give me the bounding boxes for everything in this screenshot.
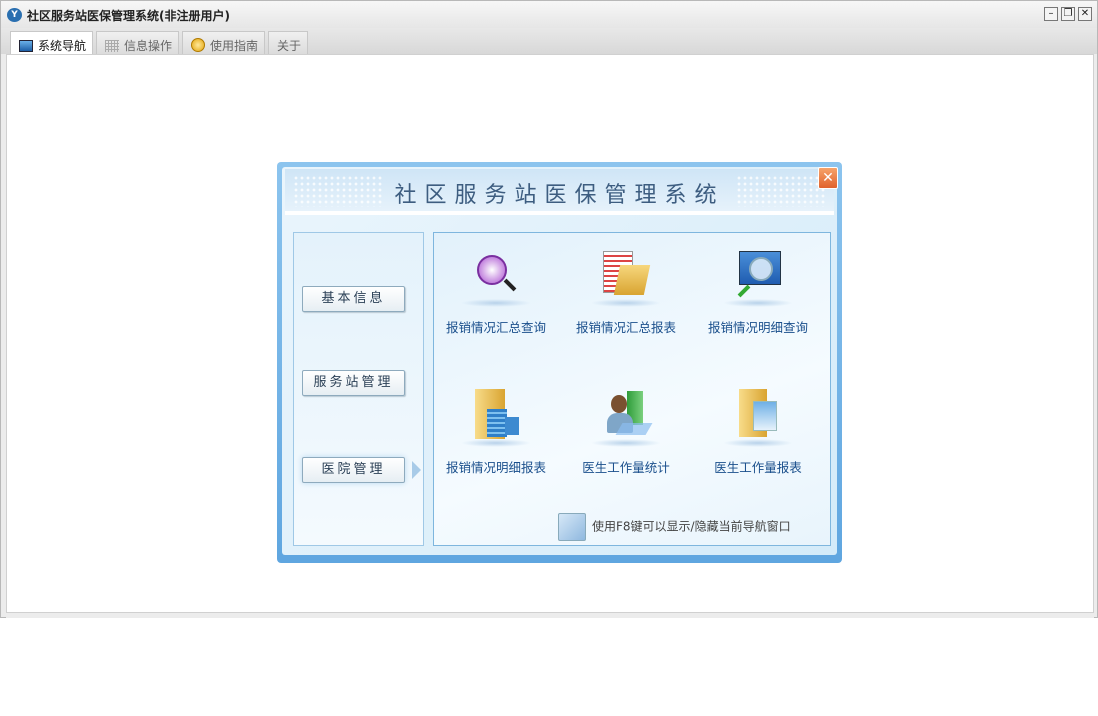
nav-station-manage-button[interactable]: 服务站管理 <box>302 370 405 396</box>
item-label: 报销情况明细报表 <box>445 460 546 475</box>
tab-label: 系统导航 <box>38 39 87 53</box>
tab-label: 关于 <box>277 39 302 53</box>
status-bar <box>6 613 1094 618</box>
navigation-dialog: 社区服务站医保管理系统 基本信息 服务站管理 医院管理 报销情况汇总查询 报销情… <box>277 162 842 563</box>
window-title: 社区服务站医保管理系统(非注册用户) <box>27 9 230 23</box>
nav-basic-info-button[interactable]: 基本信息 <box>302 286 405 312</box>
item-label: 报销情况汇总查询 <box>445 320 546 335</box>
nav-panel: 基本信息 服务站管理 医院管理 <box>293 232 424 546</box>
item-detail-report[interactable]: 报销情况明细报表 <box>431 389 561 476</box>
item-label: 报销情况汇总报表 <box>575 320 676 335</box>
app-logo-icon: Y <box>7 8 22 22</box>
item-label: 报销情况明细查询 <box>707 320 808 335</box>
item-detail-query[interactable]: 报销情况明细查询 <box>693 249 823 336</box>
folder-building-icon <box>469 389 523 443</box>
item-doctor-report[interactable]: 医生工作量报表 <box>693 389 823 476</box>
item-label: 医生工作量统计 <box>582 460 670 475</box>
report-folder-icon <box>599 249 653 303</box>
close-button[interactable]: ✕ <box>1078 7 1092 21</box>
tab-bar: 系统导航 信息操作 使用指南 关于 <box>1 28 1097 55</box>
function-panel: 报销情况汇总查询 报销情况汇总报表 报销情况明细查询 报销情况明细报表 医生工作… <box>433 232 831 546</box>
dialog-title: 社区服务站医保管理系统 <box>394 183 725 208</box>
folder-window-icon <box>731 389 785 443</box>
tab-guide[interactable]: 使用指南 <box>182 31 266 54</box>
tab-label: 信息操作 <box>124 39 173 53</box>
tab-system-nav[interactable]: 系统导航 <box>10 31 94 55</box>
tab-info-ops[interactable]: 信息操作 <box>96 31 180 54</box>
item-label: 医生工作量报表 <box>714 460 802 475</box>
main-window: Y 社区服务站医保管理系统(非注册用户) – ❐ ✕ 系统导航 信息操作 使用指… <box>0 0 1098 618</box>
nav-hospital-manage-button[interactable]: 医院管理 <box>302 457 405 483</box>
tab-label: 使用指南 <box>210 39 259 53</box>
magnifier-screen-icon <box>731 249 785 303</box>
restore-button[interactable]: ❐ <box>1061 7 1075 21</box>
item-doctor-stats[interactable]: 医生工作量统计 <box>561 389 691 476</box>
grid-icon <box>105 40 119 52</box>
tab-about[interactable]: 关于 <box>268 31 309 54</box>
item-summary-report[interactable]: 报销情况汇总报表 <box>561 249 691 336</box>
help-icon <box>191 38 205 52</box>
hint-text: 使用F8键可以显示/隐藏当前导航窗口 <box>592 519 791 534</box>
doctor-icon <box>599 389 653 443</box>
dialog-banner: 社区服务站医保管理系统 <box>285 169 834 215</box>
cubes-icon <box>558 513 586 541</box>
f8-hint: 使用F8键可以显示/隐藏当前导航窗口 <box>558 513 791 541</box>
selected-arrow-icon <box>412 461 421 479</box>
minimize-button[interactable]: – <box>1044 7 1058 21</box>
dialog-close-button[interactable]: ✕ <box>818 167 838 189</box>
title-bar: Y 社区服务站医保管理系统(非注册用户) – ❐ ✕ <box>1 1 1097 28</box>
item-summary-query[interactable]: 报销情况汇总查询 <box>431 249 561 336</box>
monitor-icon <box>19 40 33 52</box>
search-people-icon <box>469 249 523 303</box>
